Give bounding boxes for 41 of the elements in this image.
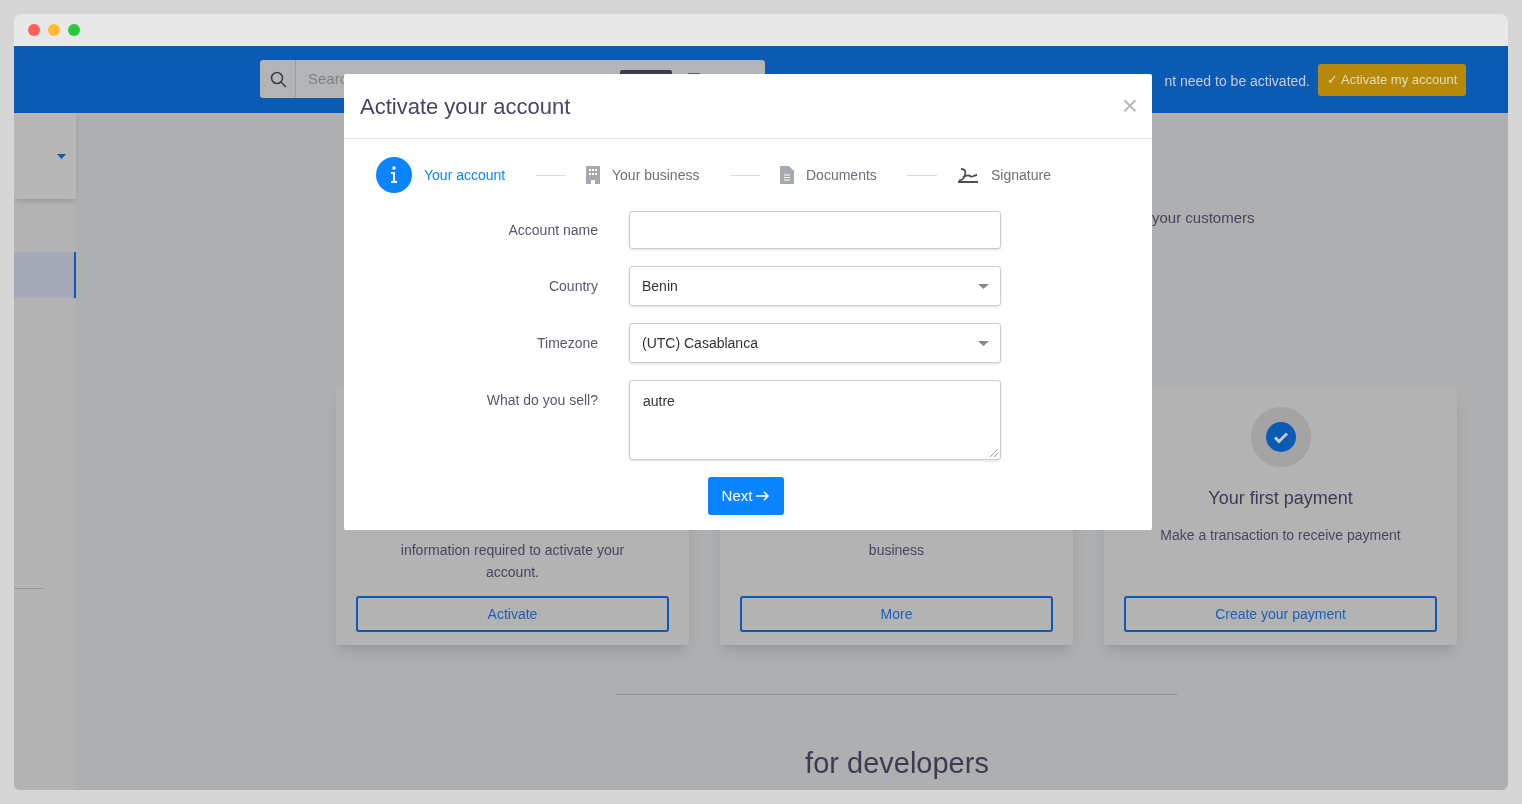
close-window-icon[interactable] — [28, 24, 40, 36]
field-label: Timezone — [536, 333, 598, 353]
close-button[interactable]: × — [1121, 92, 1138, 120]
info-icon — [376, 157, 412, 193]
minimize-window-icon[interactable] — [48, 24, 60, 36]
sidebar-item[interactable] — [14, 252, 76, 298]
step-tab[interactable]: Signature — [991, 164, 1051, 186]
caret-icon — [978, 341, 989, 346]
activate-account-button[interactable]: ✓ Activate my account — [1318, 64, 1467, 96]
card-title: Your first payment — [1208, 487, 1353, 510]
caret-icon — [57, 153, 66, 159]
card-description: Make a transaction to receive payment — [1160, 526, 1401, 545]
step-tab[interactable]: Your account — [424, 164, 506, 186]
card-button[interactable]: Activate — [356, 596, 669, 632]
field-label: Account name — [507, 220, 598, 240]
resize-handle-icon[interactable] — [990, 449, 998, 457]
activation-notice: nt need to be activated. — [1164, 72, 1310, 91]
next-button[interactable]: Next — [707, 477, 785, 515]
caret-icon — [978, 284, 989, 289]
card-description: information required to activate your account. — [400, 541, 625, 582]
maximize-window-icon[interactable] — [68, 24, 80, 36]
intro-text: your customers — [1152, 208, 1255, 228]
card-button[interactable]: Create your payment — [1124, 596, 1437, 632]
field-label: Country — [547, 276, 598, 296]
section-title: for developers — [804, 746, 990, 781]
card-button[interactable]: More — [740, 596, 1053, 632]
step-tab[interactable]: Your business — [612, 164, 700, 186]
arrow-right-icon — [756, 491, 771, 501]
step-tab[interactable]: Documents — [806, 164, 877, 186]
building-icon — [586, 166, 600, 184]
card-description: business — [868, 541, 925, 560]
document-icon — [780, 166, 794, 184]
input-field[interactable] — [629, 211, 1001, 249]
modal-title: Activate your account — [360, 92, 571, 121]
text-area[interactable]: autre — [629, 380, 1001, 460]
search-icon — [270, 70, 287, 88]
dropdown-field[interactable]: (UTC) Casablanca — [629, 323, 1001, 363]
account-dropdown[interactable] — [14, 113, 76, 199]
signature-icon — [957, 166, 979, 184]
dropdown-field[interactable]: Benin — [629, 266, 1001, 306]
field-label: What do you sell? — [485, 391, 598, 410]
